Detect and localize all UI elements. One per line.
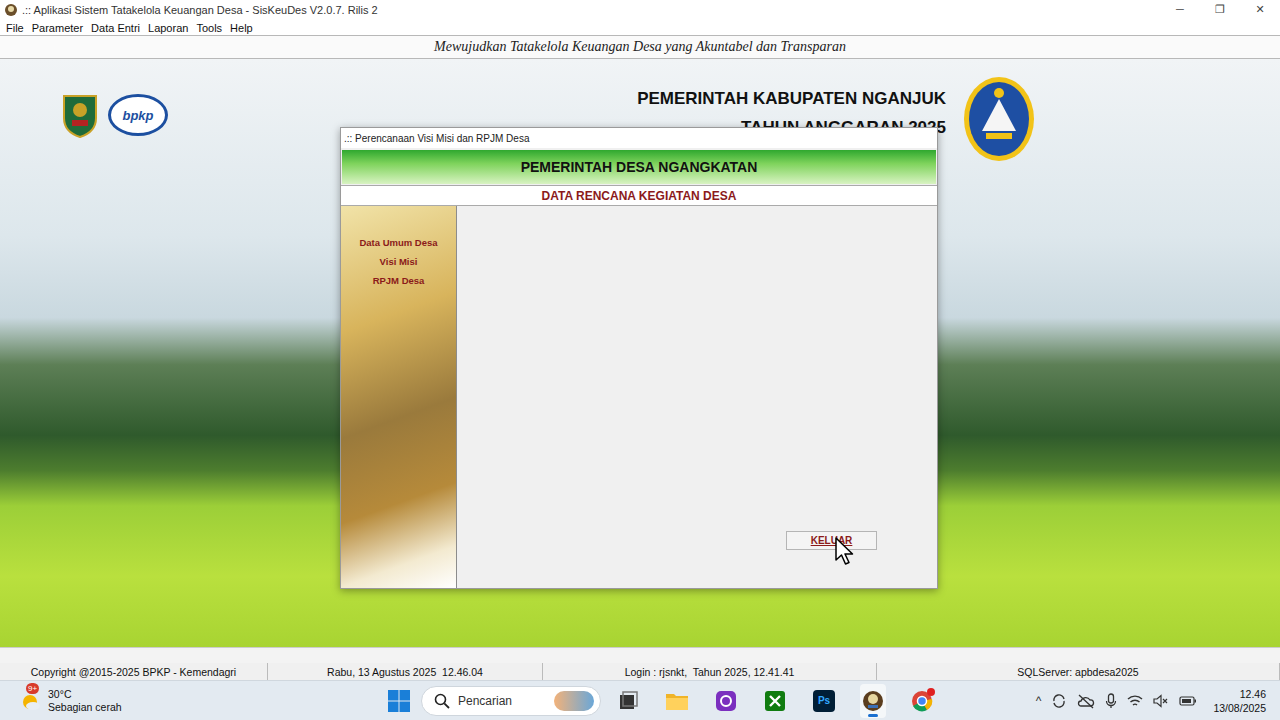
window-title: .:: Aplikasi Sistem Tatakelola Keuangan …: [22, 4, 378, 16]
taskbar: 9+ 30°C Sebagian cerah Pencarian Ps ^ 12…: [0, 680, 1280, 720]
header-title: PEMERINTAH KABUPATEN NGANJUK: [637, 89, 946, 109]
speaker-muted-icon[interactable]: [1153, 694, 1169, 708]
bpkp-logo: bpkp: [108, 94, 168, 136]
exit-button[interactable]: KELUAR: [786, 531, 877, 550]
active-indicator: [868, 714, 878, 717]
cloud-off-icon[interactable]: [1077, 693, 1095, 709]
dialog-title-bar: .:: Perencanaan Visi Misi dan RPJM Desa: [341, 128, 937, 148]
weather-texts: 30°C Sebagian cerah: [48, 688, 122, 714]
status-cell: Rabu, 13 Agustus 2025 12.46.04: [268, 663, 543, 680]
weather-description: Sebagian cerah: [48, 701, 122, 714]
app-icon: [4, 3, 18, 17]
dialog-sidebar: Data Umum Desa Visi Misi RPJM Desa: [341, 206, 457, 588]
taskbar-app[interactable]: [664, 684, 690, 718]
kemendagri-logo-icon: [60, 92, 100, 138]
banner-text: Mewujudkan Tatakelola Keuangan Desa yang…: [434, 39, 846, 55]
dialog-subheader: DATA RENCANA KEGIATAN DESA: [341, 185, 937, 206]
title-bar: .:: Aplikasi Sistem Tatakelola Keuangan …: [0, 0, 1280, 20]
desktop-area: bpkp PEMERINTAH KABUPATEN NGANJUK TAHUN …: [0, 59, 1280, 647]
taskbar-app[interactable]: Ps: [811, 684, 837, 718]
search-box[interactable]: Pencarian: [421, 686, 601, 716]
status-cell: Login : rjsnkt, Tahun 2025, 12.41.41: [543, 663, 877, 680]
xbox-icon: [764, 690, 786, 712]
microphone-icon[interactable]: [1105, 693, 1117, 709]
task-view-icon: [617, 690, 639, 712]
menu-item[interactable]: Laporan: [144, 22, 192, 34]
menu-item[interactable]: Parameter: [28, 22, 87, 34]
purple-app-icon: [715, 690, 737, 712]
window-control[interactable]: ✕: [1240, 3, 1280, 16]
menu-item[interactable]: File: [2, 22, 28, 34]
banner: Mewujudkan Tatakelola Keuangan Desa yang…: [0, 35, 1280, 59]
photoshop-label: Ps: [818, 695, 830, 706]
dialog-window: .:: Perencanaan Visi Misi dan RPJM Desa …: [340, 127, 938, 589]
bpkp-logo-text: bpkp: [122, 108, 153, 123]
menu-bar: FileParameterData EntriLaporanToolsHelp: [0, 20, 1280, 36]
weather-badge: 9+: [26, 683, 39, 694]
taskbar-app[interactable]: [713, 684, 739, 718]
photoshop-icon: Ps: [813, 690, 835, 712]
window-control[interactable]: ─: [1160, 3, 1200, 16]
search-highlight-image: [554, 691, 594, 711]
status-bar: Copyright @2015-2025 BPKP - KemendagriRa…: [0, 663, 1280, 680]
wifi-icon[interactable]: [1127, 694, 1143, 708]
window-control[interactable]: ❐: [1200, 3, 1240, 16]
dialog-content: KELUAR: [457, 206, 937, 588]
dialog-subheader-text: DATA RENCANA KEGIATAN DESA: [542, 189, 737, 203]
status-cell: SQLServer: apbdesa2025: [877, 663, 1280, 680]
taskbar-center: Pencarian Ps: [388, 684, 944, 718]
screen: .:: Aplikasi Sistem Tatakelola Keuangan …: [0, 0, 1280, 720]
dialog-header: PEMERINTAH DESA NGANGKATAN: [342, 150, 936, 184]
search-placeholder: Pencarian: [458, 694, 546, 708]
clock-time: 12.46: [1240, 687, 1266, 701]
system-tray: ^ 12.46 13/08/2025: [1036, 687, 1280, 715]
clock-date: 13/08/2025: [1213, 701, 1266, 715]
dialog-title: .:: Perencanaan Visi Misi dan RPJM Desa: [344, 133, 529, 144]
weather-temperature: 30°C: [48, 688, 122, 701]
tray-expand[interactable]: ^: [1036, 694, 1042, 708]
nganjuk-emblem-icon: [962, 75, 1036, 163]
taskbar-app[interactable]: [860, 684, 886, 718]
window-controls: ─❐✕: [1160, 3, 1280, 16]
menu-item[interactable]: Data Entri: [87, 22, 144, 34]
weather-widget[interactable]: 9+ 30°C Sebagian cerah: [0, 688, 388, 714]
battery-icon[interactable]: [1179, 695, 1197, 707]
sidebar-item[interactable]: Visi Misi: [380, 256, 418, 267]
menu-item[interactable]: Tools: [192, 22, 226, 34]
notification-dot: [927, 688, 935, 696]
search-icon: [434, 693, 450, 709]
dialog-header-text: PEMERINTAH DESA NGANGKATAN: [521, 159, 758, 175]
spacer-strip: [0, 647, 1280, 663]
siskeudes-icon: [862, 690, 884, 712]
logos: bpkp: [60, 92, 168, 138]
status-cell: Copyright @2015-2025 BPKP - Kemendagri: [0, 663, 268, 680]
sidebar-item[interactable]: RPJM Desa: [373, 275, 425, 286]
weather-icon-wrap: 9+: [18, 689, 42, 713]
clock[interactable]: 12.46 13/08/2025: [1213, 687, 1266, 715]
taskbar-app[interactable]: [762, 684, 788, 718]
dialog-body: Data Umum Desa Visi Misi RPJM Desa KELUAR: [341, 206, 937, 588]
menu-item[interactable]: Help: [226, 22, 257, 34]
folder-icon: [665, 690, 689, 712]
taskbar-app[interactable]: [909, 684, 935, 718]
mouse-cursor-icon: [835, 537, 855, 565]
taskbar-app[interactable]: [615, 684, 641, 718]
windows-start-icon[interactable]: [388, 690, 410, 712]
sidebar-item[interactable]: Data Umum Desa: [359, 237, 437, 248]
sync-icon[interactable]: [1051, 693, 1067, 709]
